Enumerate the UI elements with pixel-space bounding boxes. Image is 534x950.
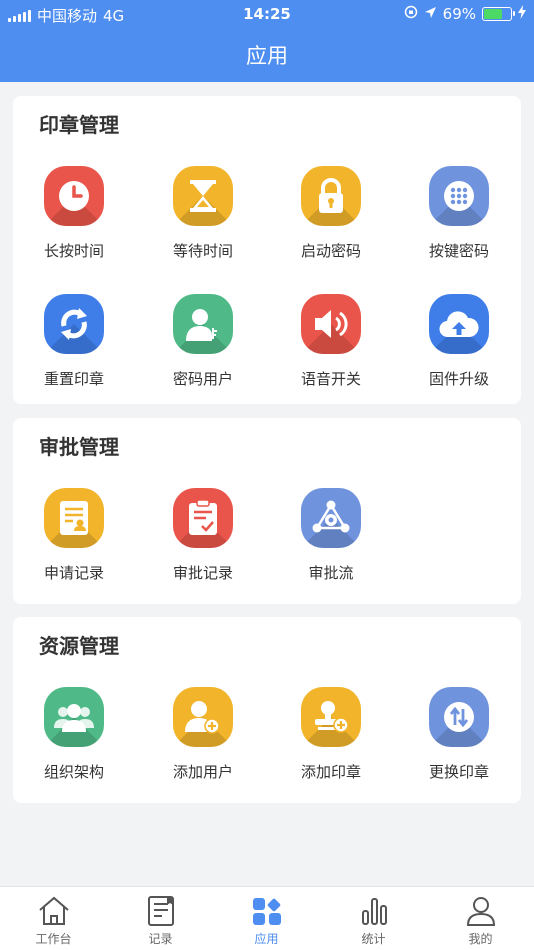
app-item-approval-record[interactable]: 审批记录 (148, 488, 258, 583)
lock-icon (301, 166, 361, 226)
bottom-tab-bar: 工作台 记录 应用 统计 我的 (0, 886, 534, 950)
app-item-approval-flow[interactable]: 审批流 (276, 488, 386, 583)
app-item-firmware-upgrade[interactable]: 固件升级 (404, 294, 514, 389)
app-item-application-record[interactable]: 申请记录 (19, 488, 129, 583)
cloud-upload-icon (429, 294, 489, 354)
keypad-icon (429, 166, 489, 226)
tab-label: 我的 (468, 932, 493, 946)
tab-label: 应用 (254, 932, 279, 946)
tab-label: 工作台 (35, 932, 72, 946)
stats-icon (361, 898, 387, 925)
section-title: 印章管理 (39, 113, 119, 137)
tab-apps[interactable]: 应用 (213, 895, 320, 947)
record-icon (147, 896, 174, 926)
app-item-label: 添加用户 (172, 763, 233, 781)
user-key-icon (173, 294, 233, 354)
app-item-add-seal[interactable]: 添加印章 (276, 687, 386, 782)
app-item-label: 审批流 (308, 564, 354, 582)
battery-percent: 69% (442, 5, 476, 23)
app-item-label: 启动密码 (300, 242, 361, 260)
app-item-startup-password[interactable]: 启动密码 (276, 166, 386, 261)
app-item-swap-seal[interactable]: 更换印章 (404, 687, 514, 782)
approval-flow-icon (301, 488, 361, 548)
page-title: 应用 (246, 44, 288, 68)
tab-label: 统计 (361, 932, 386, 946)
rotation-lock-icon (404, 5, 418, 23)
tab-label: 记录 (148, 932, 173, 946)
speaker-icon (301, 294, 361, 354)
tab-stats[interactable]: 统计 (320, 895, 427, 947)
app-item-label: 按键密码 (428, 242, 489, 260)
app-item-add-user[interactable]: 添加用户 (148, 687, 258, 782)
swap-seal-icon (429, 687, 489, 747)
app-item-voice-switch[interactable]: 语音开关 (276, 294, 386, 389)
tab-workbench[interactable]: 工作台 (0, 895, 107, 947)
app-item-label: 审批记录 (172, 564, 233, 582)
approval-record-icon (173, 488, 233, 548)
section-title: 审批管理 (39, 435, 119, 459)
app-item-label: 申请记录 (43, 564, 104, 582)
charging-icon (518, 5, 526, 23)
battery-icon (482, 7, 515, 21)
app-item-label: 组织架构 (43, 763, 104, 781)
reset-icon (44, 294, 104, 354)
app-item-label: 固件升级 (428, 370, 489, 388)
add-seal-icon (301, 687, 361, 747)
app-item-label: 等待时间 (172, 242, 233, 260)
organization-icon (44, 687, 104, 747)
apps-icon (252, 898, 281, 925)
app-item-key-password[interactable]: 按键密码 (404, 166, 514, 261)
app-item-label: 长按时间 (43, 242, 104, 260)
add-user-icon (173, 687, 233, 747)
app-item-label: 添加印章 (300, 763, 361, 781)
hourglass-icon (173, 166, 233, 226)
section-title: 资源管理 (39, 634, 119, 658)
app-item-password-user[interactable]: 密码用户 (148, 294, 258, 389)
app-item-label: 密码用户 (172, 370, 233, 388)
app-item-organization[interactable]: 组织架构 (19, 687, 129, 782)
home-icon (38, 896, 69, 925)
clock-icon (44, 166, 104, 226)
app-item-label: 更换印章 (428, 763, 489, 781)
app-item-reset-seal[interactable]: 重置印章 (19, 294, 129, 389)
profile-icon (466, 897, 495, 926)
status-bar: 中国移动 4G 14:25 69% (0, 0, 534, 28)
app-item-wait-time[interactable]: 等待时间 (148, 166, 258, 261)
app-item-press-time[interactable]: 长按时间 (19, 166, 129, 261)
tab-mine[interactable]: 我的 (427, 895, 534, 947)
section-approval-management: 审批管理 申请记录 审批记录 审批流 (13, 418, 521, 604)
app-item-label: 重置印章 (43, 370, 104, 388)
tab-records[interactable]: 记录 (107, 895, 214, 947)
app-item-label: 语音开关 (300, 370, 361, 388)
app-header: 中国移动 4G 14:25 69% 应用 (0, 0, 534, 82)
section-resource-management: 资源管理 组织架构 添加用户 添加印章 更换印章 (13, 617, 521, 803)
section-seal-management: 印章管理 长按时间 等待时间 启动密码 按键密码 重置印章 密码用户 语音开关 … (13, 96, 521, 404)
location-icon (424, 5, 437, 23)
application-record-icon (44, 488, 104, 548)
